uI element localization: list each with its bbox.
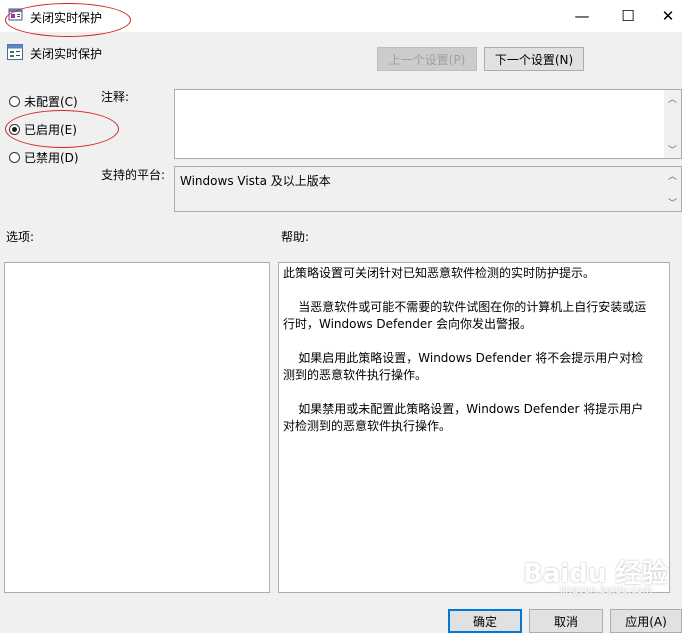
cancel-button[interactable]: 取消 (529, 609, 603, 633)
help-text: 此策略设置可关闭针对已知恶意软件检测的实时防护提示。 当恶意软件或可能不需要的软… (283, 266, 647, 433)
setting-icon (7, 44, 23, 60)
scroll-up-icon[interactable]: ︿ (664, 92, 681, 105)
radio-label: 未配置(C) (24, 95, 78, 109)
comment-scrollbar[interactable]: ︿ ﹀ (664, 90, 681, 158)
radio-label: 已禁用(D) (24, 151, 79, 165)
ok-button[interactable]: 确定 (448, 609, 522, 633)
radio-disabled[interactable]: 已禁用(D) (9, 149, 79, 166)
options-label: 选项: (6, 230, 35, 244)
comment-textarea[interactable]: ︿ ﹀ (174, 89, 682, 159)
radio-circle[interactable] (9, 96, 20, 107)
annotation-ellipse-enabled (5, 110, 119, 148)
platform-field: Windows Vista 及以上版本 ︿ ﹀ (174, 166, 682, 212)
close-button[interactable]: ✕ (645, 0, 682, 32)
comment-label: 注释: (101, 90, 130, 104)
radio-not-configured[interactable]: 未配置(C) (9, 93, 78, 110)
platform-label: 支持的平台: (101, 168, 166, 182)
scroll-down-icon[interactable]: ﹀ (664, 196, 681, 209)
platform-value: Windows Vista 及以上版本 (180, 174, 331, 188)
apply-button[interactable]: 应用(A) (610, 609, 682, 633)
baidu-watermark-url: jingyan.baidu.com (560, 585, 653, 596)
radio-circle[interactable] (9, 152, 20, 163)
options-pane[interactable] (4, 262, 270, 593)
help-pane[interactable]: 此策略设置可关闭针对已知恶意软件检测的实时防护提示。 当恶意软件或可能不需要的软… (278, 262, 670, 593)
scroll-up-icon[interactable]: ︿ (664, 169, 681, 182)
next-setting-button[interactable]: 下一个设置(N) (484, 47, 584, 71)
help-label: 帮助: (281, 230, 310, 244)
setting-name: 关闭实时保护 (30, 47, 103, 61)
previous-setting-button[interactable]: 上一个设置(P) (377, 47, 477, 71)
platform-scrollbar[interactable]: ︿ ﹀ (664, 167, 681, 211)
scroll-down-icon[interactable]: ﹀ (664, 143, 681, 156)
annotation-ellipse-title (5, 3, 131, 37)
minimize-button[interactable]: — (559, 0, 605, 32)
